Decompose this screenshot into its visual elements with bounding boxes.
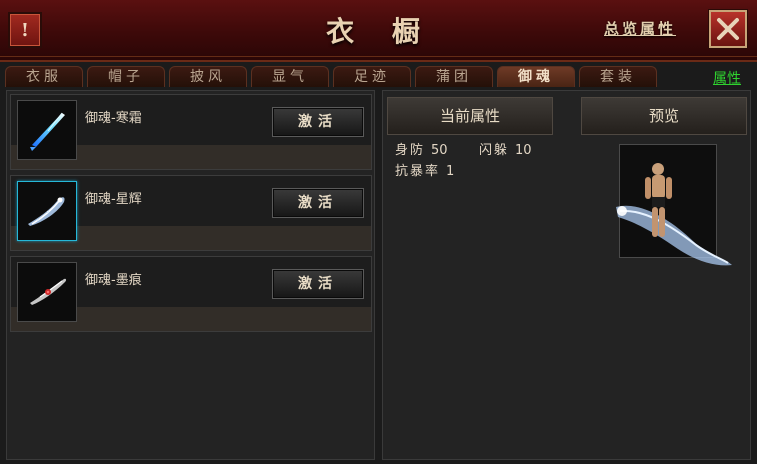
activate-button[interactable]: 激活 bbox=[272, 107, 364, 137]
stat-crit-resist: 抗暴率 1 bbox=[395, 160, 454, 179]
activate-button[interactable]: 激活 bbox=[272, 269, 364, 299]
ink-wisp-icon bbox=[30, 278, 67, 305]
stat-label: 抗暴率 bbox=[395, 164, 441, 179]
tab-set[interactable]: 套装 bbox=[579, 66, 657, 87]
stat-value: 10 bbox=[515, 143, 532, 158]
list-item[interactable]: 御魂-星辉 激活 bbox=[10, 175, 372, 251]
exclamation-icon: ! bbox=[21, 19, 29, 41]
item-name: 御魂-星辉 bbox=[85, 192, 142, 207]
item-slot[interactable] bbox=[17, 262, 77, 322]
activate-button[interactable]: 激活 bbox=[272, 188, 364, 218]
list-item[interactable]: 御魂-墨痕 激活 bbox=[10, 256, 372, 332]
stat-label: 闪躲 bbox=[479, 143, 510, 158]
tab-clothes[interactable]: 衣服 bbox=[5, 66, 83, 87]
stat-dodge: 闪躲 10 bbox=[479, 139, 532, 158]
tab-soul[interactable]: 御魂 bbox=[497, 66, 575, 87]
alert-button[interactable]: ! bbox=[8, 12, 42, 48]
preview-button[interactable]: 预览 bbox=[581, 97, 747, 135]
window-header: ! 衣 橱 总览属性 bbox=[0, 0, 757, 62]
close-icon bbox=[717, 18, 739, 40]
character-model bbox=[616, 163, 732, 266]
tab-cushion[interactable]: 蒲团 bbox=[415, 66, 493, 87]
stat-label: 身防 bbox=[395, 143, 426, 158]
tab-hat[interactable]: 帽子 bbox=[87, 66, 165, 87]
list-item[interactable]: 御魂-寒霜 激活 bbox=[10, 94, 372, 170]
star-wisp-icon bbox=[28, 197, 65, 226]
soul-list: 御魂-寒霜 激活 御魂-星辉 激活 御魂-墨痕 激活 bbox=[6, 90, 375, 460]
item-name: 御魂-墨痕 bbox=[85, 273, 142, 288]
window-title: 衣 橱 bbox=[326, 15, 434, 48]
current-attributes-button[interactable]: 当前属性 bbox=[387, 97, 553, 135]
tab-footprint[interactable]: 足迹 bbox=[333, 66, 411, 87]
overview-attributes-link[interactable]: 总览属性 bbox=[604, 18, 676, 39]
ice-blade-icon bbox=[30, 112, 65, 151]
close-button[interactable] bbox=[709, 10, 747, 48]
item-slot[interactable] bbox=[17, 100, 77, 160]
item-name: 御魂-寒霜 bbox=[85, 111, 142, 126]
details-panel: 当前属性 预览 身防 50 闪躲 10 抗暴率 1 bbox=[382, 90, 751, 460]
stat-defense: 身防 50 bbox=[395, 139, 448, 158]
stat-value: 1 bbox=[446, 164, 455, 179]
attributes-link[interactable]: 属性 bbox=[713, 68, 741, 88]
tab-aura[interactable]: 显气 bbox=[251, 66, 329, 87]
stat-value: 50 bbox=[431, 143, 448, 158]
item-slot[interactable] bbox=[17, 181, 77, 241]
tab-cloak[interactable]: 披风 bbox=[169, 66, 247, 87]
